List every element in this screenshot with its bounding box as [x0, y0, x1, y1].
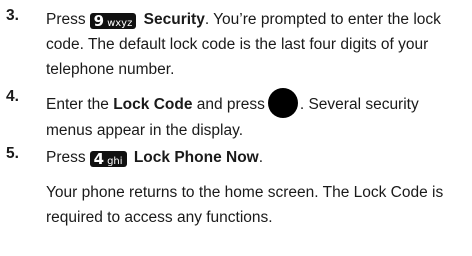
step-description: . — [258, 149, 264, 166]
step-number: 5. — [6, 145, 19, 162]
lock-phone-now-label: Lock Phone Now — [133, 149, 259, 166]
lock-code-label: Lock Code — [113, 96, 193, 113]
step-number: 3. — [6, 7, 19, 24]
step-5: 5. Press 4 ghi Lock Phone Now. — [6, 145, 468, 170]
step-text: Press 9 wxyz Security. You’re prompted to … — [46, 7, 468, 82]
ok-key-icon — [267, 88, 298, 118]
result-note: Your phone returns to the home screen. T… — [46, 184, 444, 226]
step-prefix: Press — [46, 149, 86, 166]
step-4: 4. Enter the Lock Code and press. Severa… — [6, 88, 468, 143]
step-middle: and press — [196, 96, 265, 113]
key-4-icon: 4 ghi — [89, 151, 127, 167]
step-3: 3. Press 9 wxyz Security. You’re prompted … — [6, 7, 468, 82]
step-text: Enter the Lock Code and press. Several s… — [46, 88, 468, 143]
security-label: Security — [143, 11, 205, 28]
step-number: 4. — [6, 88, 19, 105]
step-prefix: Press — [46, 11, 86, 28]
step-prefix: Enter the — [46, 96, 109, 113]
step-text: Press 4 ghi Lock Phone Now. — [46, 145, 468, 170]
manual-page: 3. Press 9 wxyz Security. You’re prompted … — [0, 0, 472, 256]
key-9-icon: 9 wxyz — [89, 13, 137, 29]
